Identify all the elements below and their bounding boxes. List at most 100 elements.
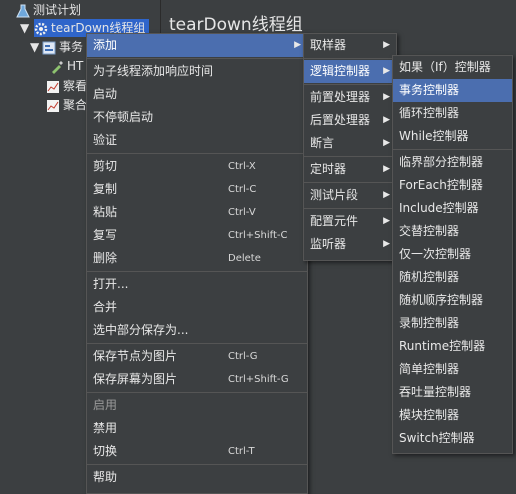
listener-icon [46,80,60,94]
logic-controller-item[interactable]: 随机控制器 [393,266,512,289]
logic-controller-item[interactable]: Include控制器 [393,197,512,220]
tree-expand-toggle[interactable]: ▼ [20,19,29,37]
tree-item-label: 聚合 [63,98,88,112]
context-menu-item[interactable]: 剪切 Ctrl-X [87,155,307,178]
context-menu-item[interactable]: 帮助 [87,466,307,489]
context-menu[interactable]: 添加 ▶ 为子线程添加响应时间 启动 不停顿启动 验证 剪切 Ctrl-X 复制 Ctrl-C 粘贴… [86,33,308,494]
context-menu-item[interactable]: 复写 Ctrl+Shift-C [87,224,307,247]
context-menu-item[interactable]: 保存屏幕为图片 Ctrl+Shift-G [87,368,307,391]
context-menu-item[interactable]: 粘贴 Ctrl-V [87,201,307,224]
menu-separator [304,182,396,183]
gear-icon [34,22,48,36]
menu-item-label: 取样器 [310,38,347,52]
menu-separator [304,156,396,157]
menu-item-label: 监听器 [310,237,347,251]
context-menu-item[interactable]: 打开... [87,273,307,296]
logic-controller-item[interactable]: 录制控制器 [393,312,512,335]
add-submenu-item[interactable]: 后置处理器 ▶ [304,109,396,132]
tree-item-label: HT [67,59,84,73]
add-submenu-item[interactable]: 定时器 ▶ [304,158,396,181]
context-menu-item[interactable]: 删除 Delete [87,247,307,270]
menu-item-label: 逻辑控制器 [310,64,371,78]
menu-item-label: 粘贴 [93,205,118,219]
context-menu-item[interactable]: 启动 [87,83,307,106]
add-submenu-item[interactable]: 监听器 ▶ [304,233,396,256]
tree-item-http[interactable]: HT [50,57,83,75]
add-submenu-item[interactable]: 断言 ▶ [304,132,396,155]
controller-icon [42,41,56,55]
menu-item-label: 保存节点为图片 [93,349,178,363]
menu-item-label: 交替控制器 [399,224,460,238]
submenu-arrow-icon: ▶ [383,190,390,200]
menu-item-label: 验证 [93,133,118,147]
logic-controller-item[interactable]: 吞吐量控制器 [393,381,512,404]
menu-item-label: 删除 [93,251,118,265]
menu-item-shortcut: Ctrl-X [228,161,256,172]
menu-item-label: 为子线程添加响应时间 [93,64,214,78]
logic-controller-item[interactable]: Switch控制器 [393,427,512,450]
submenu-arrow-icon: ▶ [294,40,301,50]
logic-controller-item[interactable]: 简单控制器 [393,358,512,381]
submenu-arrow-icon: ▶ [383,138,390,148]
tree-item-test-plan[interactable]: 测试计划 [16,1,81,19]
logic-controller-item[interactable]: 事务控制器 [393,79,512,102]
logic-controller-item[interactable]: While控制器 [393,125,512,148]
logic-controller-item[interactable]: ForEach控制器 [393,174,512,197]
tree-item-label: 测试计划 [33,3,82,17]
add-submenu-item[interactable]: 取样器 ▶ [304,34,396,57]
logic-controller-item[interactable]: Runtime控制器 [393,335,512,358]
menu-item-label: 不停顿启动 [93,110,154,124]
logic-controller-item[interactable]: 如果（If）控制器 [393,56,512,79]
context-menu-item[interactable]: 启用 [87,394,307,417]
tree-item-transaction[interactable]: 事务 [42,38,83,56]
menu-item-label: 配置元件 [310,214,359,228]
context-menu-item[interactable]: 不停顿启动 [87,106,307,129]
logic-controller-item[interactable]: 仅一次控制器 [393,243,512,266]
menu-item-label: 打开... [93,277,129,291]
menu-item-label: 测试片段 [310,188,359,202]
menu-item-label: ForEach控制器 [399,178,483,192]
add-submenu-item[interactable]: 测试片段 ▶ [304,184,396,207]
add-submenu-item[interactable]: 配置元件 ▶ [304,210,396,233]
add-submenu[interactable]: 取样器 ▶ 逻辑控制器 ▶ 前置处理器 ▶ 后置处理器 ▶ 断言 ▶ 定时器 ▶ 测试片段 ▶ 配置元件 ▶ 监… [303,33,397,261]
menu-item-label: 前置处理器 [310,90,371,104]
menu-item-label: 简单控制器 [399,362,460,376]
logic-controller-item[interactable]: 模块控制器 [393,404,512,427]
tree-item-view-results[interactable]: 察看 [46,77,87,95]
submenu-arrow-icon: ▶ [383,40,390,50]
logic-controller-item[interactable]: 循环控制器 [393,102,512,125]
menu-item-label: 循环控制器 [399,106,460,120]
tree-item-aggregate[interactable]: 聚合 [46,96,87,114]
menu-item-label: 帮助 [93,470,118,484]
add-submenu-item[interactable]: 前置处理器 ▶ [304,86,396,109]
logic-controller-item[interactable]: 随机顺序控制器 [393,289,512,312]
add-submenu-item[interactable]: 逻辑控制器 ▶ [304,60,396,83]
logic-controller-item[interactable]: 临界部分控制器 [393,151,512,174]
menu-separator [87,343,307,344]
menu-item-shortcut: Ctrl-C [228,184,257,195]
context-menu-item[interactable]: 切换 Ctrl-T [87,440,307,463]
menu-item-label: 模块控制器 [399,408,460,422]
menu-separator [87,464,307,465]
menu-item-label: Include控制器 [399,201,479,215]
context-menu-item[interactable]: 选中部分保存为... [87,319,307,342]
context-menu-item[interactable]: 禁用 [87,417,307,440]
logic-controller-submenu[interactable]: 如果（If）控制器事务控制器循环控制器 While控制器临界部分控制器 ForEac… [392,55,513,454]
context-menu-item[interactable]: 添加 ▶ [87,34,307,57]
context-menu-item[interactable]: 验证 [87,129,307,152]
menu-separator [304,84,396,85]
menu-item-label: 禁用 [93,421,118,435]
submenu-arrow-icon: ▶ [383,66,390,76]
context-menu-item[interactable]: 保存节点为图片 Ctrl-G [87,345,307,368]
menu-item-label: 事务控制器 [399,83,460,97]
submenu-arrow-icon: ▶ [383,164,390,174]
menu-item-label: While控制器 [399,129,469,143]
context-menu-item[interactable]: 复制 Ctrl-C [87,178,307,201]
menu-item-label: 后置处理器 [310,113,371,127]
logic-controller-item[interactable]: 交替控制器 [393,220,512,243]
tree-expand-toggle[interactable]: ▼ [30,38,39,56]
menu-separator [304,58,396,59]
context-menu-item[interactable]: 合并 [87,296,307,319]
menu-item-label: 合并 [93,300,118,314]
context-menu-item[interactable]: 为子线程添加响应时间 [87,60,307,83]
